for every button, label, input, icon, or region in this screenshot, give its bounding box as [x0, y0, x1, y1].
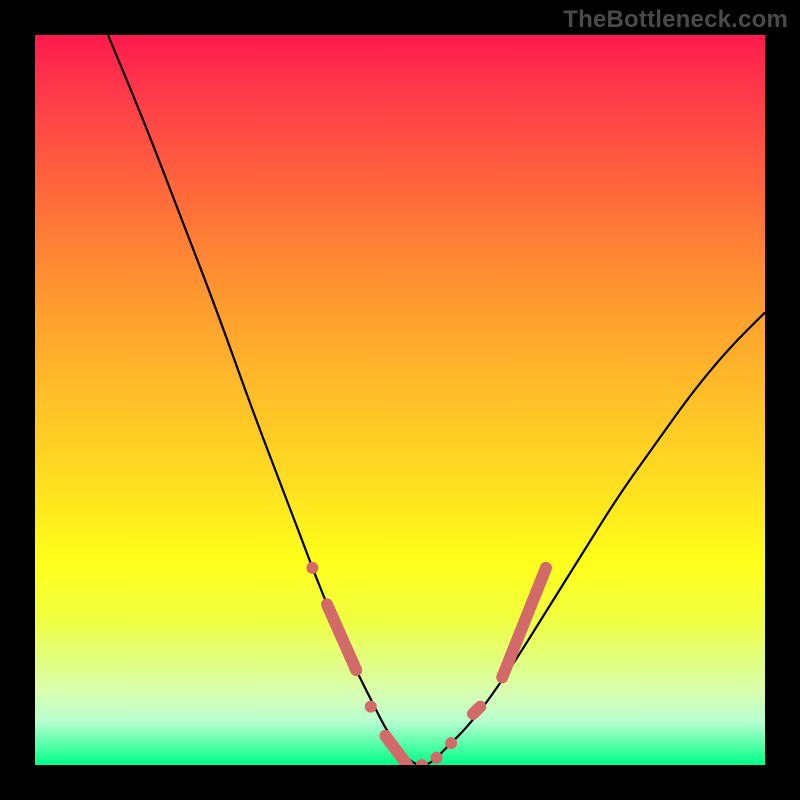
marker-dot [445, 737, 457, 749]
bottleneck-chart [35, 35, 765, 765]
marker-dot [416, 759, 428, 765]
marker-segment [473, 707, 480, 714]
watermark-text: TheBottleneck.com [563, 6, 788, 34]
curve-line [108, 35, 765, 765]
marker-dot [365, 701, 377, 713]
marker-dot [431, 752, 443, 764]
chart-area [35, 35, 765, 765]
marker-segment [327, 604, 356, 670]
marker-group [306, 562, 546, 765]
marker-dot [306, 562, 318, 574]
marker-segment [385, 736, 407, 765]
